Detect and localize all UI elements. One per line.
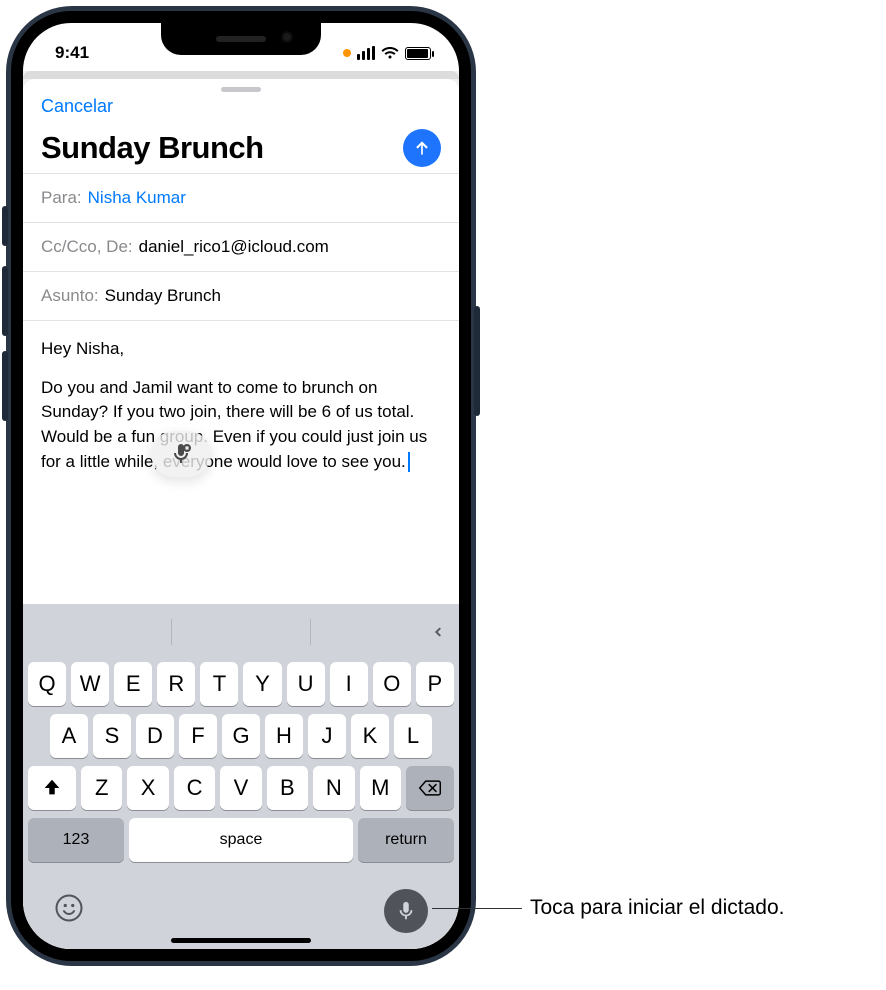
cc-label: Cc/Cco, De: (41, 237, 133, 257)
callout: Toca para iniciar el dictado. (432, 896, 784, 920)
volume-up (2, 266, 8, 336)
cancel-button[interactable]: Cancelar (41, 96, 113, 116)
key-j[interactable]: J (308, 714, 346, 758)
shift-icon (41, 777, 63, 799)
key-u[interactable]: U (287, 662, 325, 706)
phone-frame: 9:41 Cancelar (6, 6, 476, 966)
key-p[interactable]: P (416, 662, 454, 706)
to-label: Para: (41, 188, 82, 208)
send-button[interactable] (403, 129, 441, 167)
text-cursor (408, 452, 410, 472)
delete-icon (418, 778, 442, 798)
key-r[interactable]: R (157, 662, 195, 706)
body-greeting: Hey Nisha, (41, 337, 441, 362)
mic-stop-icon (169, 442, 193, 466)
key-d[interactable]: D (136, 714, 174, 758)
subject-label: Asunto: (41, 286, 99, 306)
battery-icon (405, 47, 431, 60)
keyboard-row-4: 123 space return (28, 818, 454, 862)
screen: 9:41 Cancelar (23, 23, 459, 949)
silence-switch (2, 206, 8, 246)
body-paragraph: Do you and Jamil want to come to brunch … (41, 378, 432, 471)
status-time: 9:41 (55, 43, 89, 63)
arrow-up-icon (412, 138, 432, 158)
key-y[interactable]: Y (243, 662, 281, 706)
key-g[interactable]: G (222, 714, 260, 758)
suggestion-2[interactable] (172, 615, 311, 649)
key-t[interactable]: T (200, 662, 238, 706)
key-e[interactable]: E (114, 662, 152, 706)
from-value: daniel_rico1@icloud.com (139, 237, 329, 257)
message-body[interactable]: Hey Nisha, Do you and Jamil want to come… (23, 320, 459, 604)
wifi-icon (381, 46, 399, 60)
key-return[interactable]: return (358, 818, 454, 862)
key-i[interactable]: I (330, 662, 368, 706)
keyboard-row-3: Z X C V B N M (28, 766, 454, 810)
key-delete[interactable] (406, 766, 454, 810)
key-o[interactable]: O (373, 662, 411, 706)
keyboard: Q W E R T Y U I O P A (23, 604, 459, 949)
keyboard-row-1: Q W E R T Y U I O P (28, 662, 454, 706)
to-field[interactable]: Para: Nisha Kumar (23, 173, 459, 222)
compose-title: Sunday Brunch (41, 130, 264, 166)
side-button (474, 306, 480, 416)
suggestion-bar (28, 610, 454, 654)
key-shift[interactable] (28, 766, 76, 810)
key-z[interactable]: Z (81, 766, 122, 810)
sheet-grabber[interactable] (221, 87, 261, 92)
compose-sheet: Cancelar Sunday Brunch Para: Nisha Kumar… (23, 79, 459, 949)
key-n[interactable]: N (313, 766, 354, 810)
key-f[interactable]: F (179, 714, 217, 758)
dictation-button[interactable] (384, 889, 428, 933)
emoji-button[interactable] (54, 893, 84, 930)
keyboard-row-2: A S D F G H J K L (28, 714, 454, 758)
key-h[interactable]: H (265, 714, 303, 758)
key-s[interactable]: S (93, 714, 131, 758)
key-m[interactable]: M (360, 766, 401, 810)
key-v[interactable]: V (220, 766, 261, 810)
key-numbers[interactable]: 123 (28, 818, 124, 862)
key-space[interactable]: space (129, 818, 353, 862)
key-c[interactable]: C (174, 766, 215, 810)
home-indicator[interactable] (171, 938, 311, 943)
key-x[interactable]: X (127, 766, 168, 810)
recording-indicator-icon (343, 49, 351, 57)
mic-icon (395, 900, 417, 922)
key-b[interactable]: B (267, 766, 308, 810)
subject-field[interactable]: Asunto: Sunday Brunch (23, 271, 459, 320)
callout-line (432, 908, 522, 909)
key-w[interactable]: W (71, 662, 109, 706)
suggestion-1[interactable] (32, 615, 171, 649)
cc-from-field[interactable]: Cc/Cco, De: daniel_rico1@icloud.com (23, 222, 459, 271)
key-l[interactable]: L (394, 714, 432, 758)
notch (161, 23, 321, 55)
volume-down (2, 351, 8, 421)
key-a[interactable]: A (50, 714, 88, 758)
key-k[interactable]: K (351, 714, 389, 758)
emoji-icon (54, 893, 84, 923)
collapse-suggestions-icon[interactable] (428, 618, 448, 649)
cellular-icon (357, 46, 375, 60)
key-q[interactable]: Q (28, 662, 66, 706)
to-recipient[interactable]: Nisha Kumar (88, 188, 186, 208)
subject-value: Sunday Brunch (105, 286, 221, 306)
dictation-popover[interactable] (151, 431, 211, 477)
callout-text: Toca para iniciar el dictado. (530, 896, 784, 920)
